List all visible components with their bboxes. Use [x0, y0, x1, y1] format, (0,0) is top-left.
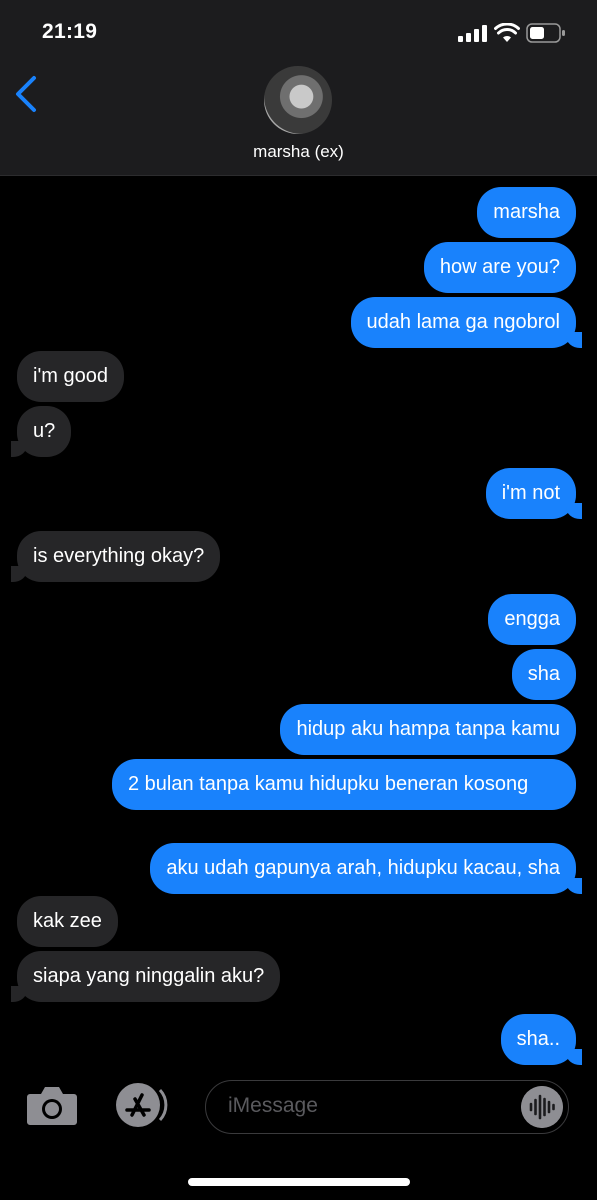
- wifi-icon: [494, 23, 520, 42]
- message-bubble-outgoing[interactable]: hidup aku hampa tanpa kamu: [280, 704, 576, 755]
- message-bubble-outgoing[interactable]: engga: [488, 594, 576, 645]
- message-bubble-outgoing[interactable]: sha: [511, 649, 576, 700]
- home-indicator[interactable]: [188, 1178, 410, 1186]
- cellular-signal-icon: [458, 25, 488, 42]
- message-input-placeholder: iMessage: [228, 1094, 318, 1117]
- contact-avatar[interactable]: [264, 66, 332, 134]
- message-bubble-outgoing[interactable]: sha..: [500, 1014, 583, 1065]
- message-bubble-outgoing[interactable]: marsha: [477, 187, 576, 238]
- status-time: 21:19: [42, 20, 98, 43]
- message-bubble-outgoing[interactable]: udah lama ga ngobrol: [350, 297, 583, 348]
- message-bubble-incoming[interactable]: i'm good: [17, 351, 124, 402]
- back-chevron-icon[interactable]: [12, 74, 42, 114]
- message-bubble-outgoing[interactable]: aku udah gapunya arah, hidupku kacau, sh…: [150, 843, 582, 894]
- status-bar: 21:19: [0, 0, 597, 66]
- message-bubble-incoming[interactable]: is everything okay?: [10, 531, 221, 582]
- message-bubble-incoming[interactable]: u?: [10, 406, 72, 457]
- message-bubble-outgoing[interactable]: how are you?: [423, 242, 576, 293]
- voice-waveform-icon[interactable]: [521, 1086, 563, 1128]
- message-bubble-incoming[interactable]: siapa yang ninggalin aku?: [10, 951, 281, 1002]
- message-bubble-outgoing[interactable]: i'm not: [485, 468, 583, 519]
- battery-icon: [526, 23, 565, 43]
- message-bubble-incoming[interactable]: kak zee: [17, 896, 118, 947]
- conversation-header: 21:19 marsha (ex): [0, 0, 597, 176]
- app-store-icon[interactable]: [112, 1082, 170, 1128]
- message-thread[interactable]: marsha how are you? udah lama ga ngobrol…: [0, 176, 597, 1068]
- camera-icon[interactable]: [26, 1084, 78, 1126]
- contact-name[interactable]: marsha (ex): [0, 142, 597, 162]
- message-bubble-outgoing[interactable]: 2 bulan tanpa kamu hidupku beneran koson…: [112, 759, 576, 810]
- message-input[interactable]: iMessage: [205, 1080, 569, 1134]
